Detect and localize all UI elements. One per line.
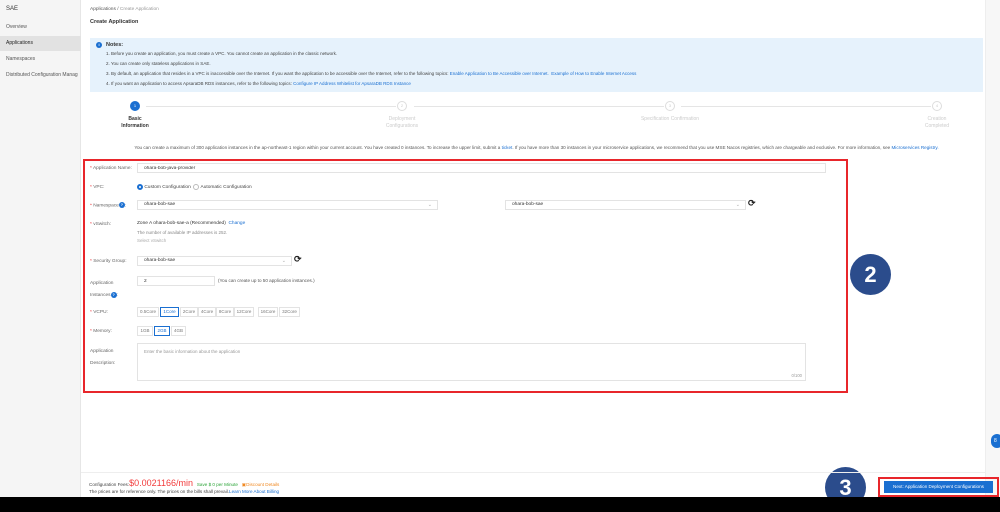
- sidebar-item-applications[interactable]: Applications: [0, 36, 81, 51]
- notes-title: Notes:: [106, 42, 124, 48]
- microservices-registry-link[interactable]: Microservices Registry.: [891, 145, 938, 150]
- help-icon[interactable]: ?: [118, 202, 125, 208]
- fees-label: Configuration Fees:: [89, 482, 130, 487]
- vpc-custom-radio[interactable]: Custom Configuration: [137, 184, 191, 190]
- help-icon[interactable]: ?: [110, 291, 117, 298]
- enable-internet-link[interactable]: Enable Application to Be Accessible over…: [450, 71, 549, 76]
- app-name-input[interactable]: [137, 163, 826, 173]
- vswitch-change-link[interactable]: Change: [228, 221, 245, 226]
- instances-label: Application Instances?:: [90, 281, 118, 298]
- vcpu-option[interactable]: 1Core: [160, 307, 179, 317]
- page-title: Create Application: [90, 19, 139, 25]
- breadcrumb-current: Create Application: [119, 7, 159, 12]
- vswitch-value: Zone A ohara-bob-sae-a (Recommended) Cha…: [137, 221, 246, 226]
- taskbar: [0, 497, 1000, 512]
- description-label: Application Description:: [90, 349, 116, 366]
- namespace-select[interactable]: ohara-bob-sae ⌄: [137, 200, 438, 210]
- note-line: 1. Before you create an application, you…: [106, 51, 338, 56]
- save-text: Save $ 0 per Minute: [196, 482, 238, 487]
- vcpu-label: * VCPU:: [90, 310, 108, 315]
- breadcrumb: Applications / Create Application: [90, 7, 159, 12]
- scrollbar[interactable]: [985, 0, 1000, 497]
- vpc-radio-group: Custom Configuration Automatic Configura…: [137, 184, 252, 190]
- info-icon: i: [96, 42, 102, 48]
- note-line: 3. By default, an application that resid…: [106, 71, 637, 76]
- step-4-indicator: 4: [932, 101, 942, 111]
- config-fees: Configuration Fees:$0.0021166/min Save $…: [89, 478, 279, 488]
- memory-label: * Memory:: [90, 329, 112, 334]
- memory-option[interactable]: 4GB: [171, 326, 186, 336]
- vcpu-option[interactable]: 4Core: [198, 307, 216, 317]
- step-2-indicator: 2: [397, 101, 407, 111]
- vswitch-label: * vSwitch:: [90, 222, 112, 227]
- description-count: 0/100: [791, 373, 802, 378]
- vswitch-ip-count: The number of available IP addresses is …: [137, 230, 228, 235]
- next-button[interactable]: Next: Application Deployment Configurati…: [884, 481, 993, 493]
- billing-link[interactable]: Learn More About Billing: [229, 489, 279, 494]
- rds-whitelist-link[interactable]: Configure IP Address Whitelist for Apsar…: [293, 81, 411, 86]
- internet-example-link[interactable]: Example of How to Enable Internet Access: [551, 71, 636, 76]
- vcpu-option[interactable]: 32Core: [279, 307, 300, 317]
- chevron-down-icon: ⌄: [281, 258, 286, 264]
- vcpu-option[interactable]: 16Core: [258, 307, 278, 317]
- vpc-label: * VPC:: [90, 185, 105, 190]
- annotation-2: 2: [850, 254, 891, 295]
- app-name-label: * Application Name:: [90, 166, 132, 171]
- memory-option[interactable]: 2GB: [154, 326, 170, 336]
- step-4-label: Creation Completed: [924, 116, 950, 129]
- note-line: 4. If you want an application to access …: [106, 81, 411, 86]
- fees-value: $0.0021166/min: [129, 478, 193, 488]
- instances-hint: (You can create up to 50 application ins…: [218, 278, 315, 283]
- vcpu-option[interactable]: 12Core: [234, 307, 254, 317]
- refresh-icon[interactable]: ⟳: [294, 255, 302, 264]
- floating-help-badge[interactable]: 8: [991, 434, 1000, 448]
- security-group-select[interactable]: ohara-bob-sae ⌄: [137, 256, 292, 266]
- security-group-label: * Security Group:: [90, 259, 127, 264]
- sidebar-title: SAE: [6, 6, 19, 12]
- memory-option[interactable]: 1GB: [137, 326, 153, 336]
- namespace-label: * Namespace?:: [90, 202, 127, 209]
- step-1-indicator: 1: [130, 101, 140, 111]
- discount-details-link[interactable]: ▣Discount Details: [242, 482, 280, 487]
- ticket-link[interactable]: ticket: [502, 145, 513, 150]
- note-line: 2. You can create only stateless applica…: [106, 61, 211, 66]
- sidebar-item-distributed-config[interactable]: Distributed Configuration Manag: [0, 68, 81, 83]
- sidebar: SAE Overview Applications Namespaces Dis…: [0, 0, 81, 497]
- sidebar-item-overview[interactable]: Overview: [0, 20, 81, 35]
- chevron-down-icon: ⌄: [735, 202, 740, 208]
- sidebar-item-namespaces[interactable]: Namespaces: [0, 52, 81, 67]
- step-1-label: Basic Information: [121, 116, 149, 129]
- instance-limit-info: You can create a maximum of 300 applicat…: [134, 145, 939, 150]
- breadcrumb-separator: /: [117, 7, 119, 12]
- description-textarea[interactable]: Enter the basic information about the ap…: [137, 343, 806, 381]
- vpc-select[interactable]: ohara-bob-sae ⌄: [505, 200, 746, 210]
- refresh-icon[interactable]: ⟳: [748, 199, 756, 208]
- vcpu-option[interactable]: 2Core: [180, 307, 198, 317]
- description-placeholder: Enter the basic information about the ap…: [144, 349, 241, 354]
- step-3-label: Specification Confirmation: [640, 116, 700, 122]
- chevron-down-icon: ⌄: [427, 202, 432, 208]
- price-note: The prices are for reference only. The p…: [89, 489, 280, 494]
- step-3-indicator: 3: [665, 101, 675, 111]
- step-2-label: Deployment Configurations: [385, 116, 419, 129]
- select-vswitch-link[interactable]: Select vSwitch: [137, 238, 166, 243]
- vcpu-option[interactable]: 8Core: [216, 307, 234, 317]
- notes-box: i Notes: 1. Before you create an applica…: [90, 38, 983, 92]
- vpc-auto-radio[interactable]: Automatic Configuration: [193, 184, 252, 190]
- instances-input[interactable]: [137, 276, 215, 286]
- breadcrumb-applications[interactable]: Applications: [90, 7, 116, 12]
- vcpu-option[interactable]: 0.5Core: [137, 307, 159, 317]
